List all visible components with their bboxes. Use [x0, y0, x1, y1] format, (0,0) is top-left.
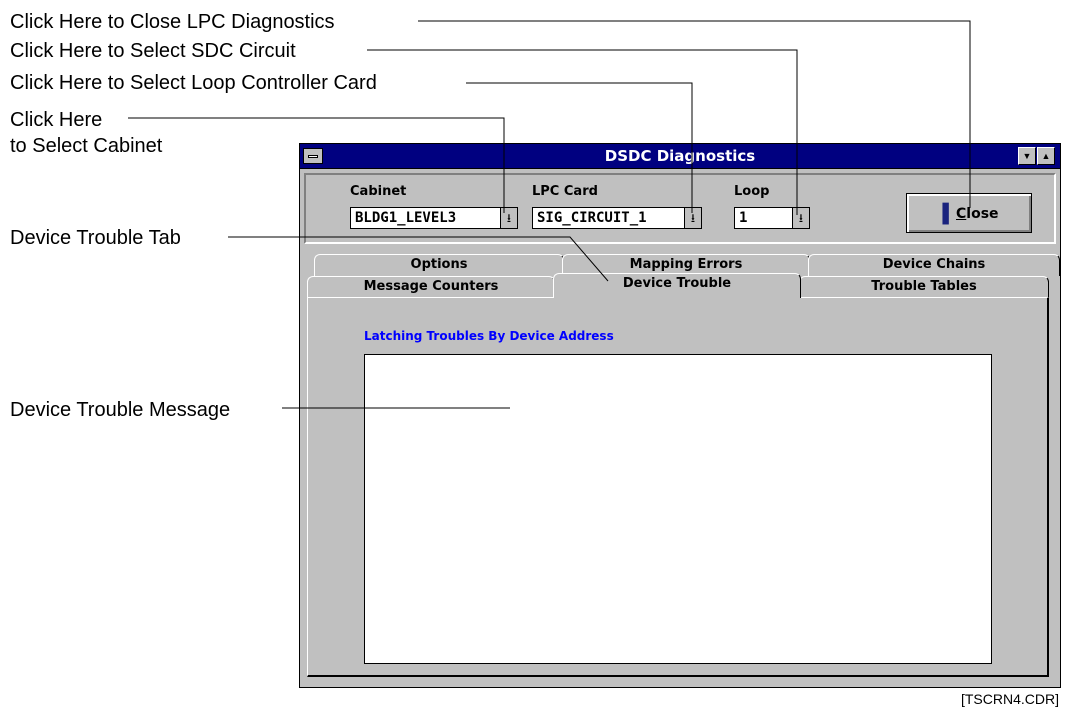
loop-value: 1 — [739, 210, 748, 226]
maximize-button[interactable]: ▲ — [1037, 147, 1055, 165]
selection-panel: Cabinet BLDG1_LEVEL3 ⭳ LPC Card SIG_CIRC… — [304, 173, 1056, 244]
cabinet-label: Cabinet — [350, 184, 407, 199]
door-exit-icon: ▐ — [936, 203, 949, 223]
callout-sdc-circuit: Click Here to Select SDC Circuit — [10, 40, 296, 62]
lpc-card-label: LPC Card — [532, 184, 598, 199]
chevron-down-icon[interactable]: ⭳ — [500, 208, 517, 228]
title-bar[interactable]: DSDC Diagnostics ▼ ▲ — [300, 144, 1060, 169]
loop-label: Loop — [734, 184, 770, 199]
callout-loop-controller: Click Here to Select Loop Controller Car… — [10, 72, 377, 94]
callout-cabinet-line2: to Select Cabinet — [10, 135, 163, 157]
cabinet-value: BLDG1_LEVEL3 — [355, 210, 457, 226]
tab-device-chains[interactable]: Device Chains — [808, 254, 1060, 276]
latching-troubles-title: Latching Troubles By Device Address — [364, 329, 614, 343]
tab-message-counters[interactable]: Message Counters — [307, 276, 555, 298]
close-button-label: Close — [956, 206, 999, 222]
cabinet-select[interactable]: BLDG1_LEVEL3 ⭳ — [350, 207, 518, 229]
diagnostics-window: DSDC Diagnostics ▼ ▲ Cabinet BLDG1_LEVEL… — [299, 143, 1061, 688]
callout-device-trouble-message: Device Trouble Message — [10, 399, 231, 421]
close-button[interactable]: ▐ Close — [906, 193, 1032, 233]
chevron-down-icon[interactable]: ⭳ — [684, 208, 701, 228]
callout-cabinet-line1: Click Here — [10, 109, 103, 131]
device-trouble-panel: Latching Troubles By Device Address — [307, 297, 1049, 677]
tab-options[interactable]: Options — [314, 254, 564, 276]
figure-id-label: [TSCRN4.CDR] — [960, 691, 1059, 707]
lpc-card-value: SIG_CIRCUIT_1 — [537, 210, 647, 226]
chevron-down-icon[interactable]: ⭳ — [792, 208, 809, 228]
callout-device-trouble-tab: Device Trouble Tab — [10, 227, 181, 249]
device-trouble-message-list[interactable] — [364, 354, 992, 664]
window-title: DSDC Diagnostics — [604, 147, 756, 165]
loop-select[interactable]: 1 ⭳ — [734, 207, 810, 229]
tab-trouble-tables[interactable]: Trouble Tables — [799, 276, 1049, 298]
callout-close: Click Here to Close LPC Diagnostics — [10, 11, 335, 33]
minimize-button[interactable]: ▼ — [1018, 147, 1036, 165]
lpc-card-select[interactable]: SIG_CIRCUIT_1 ⭳ — [532, 207, 702, 229]
tab-device-trouble[interactable]: Device Trouble — [553, 273, 801, 298]
